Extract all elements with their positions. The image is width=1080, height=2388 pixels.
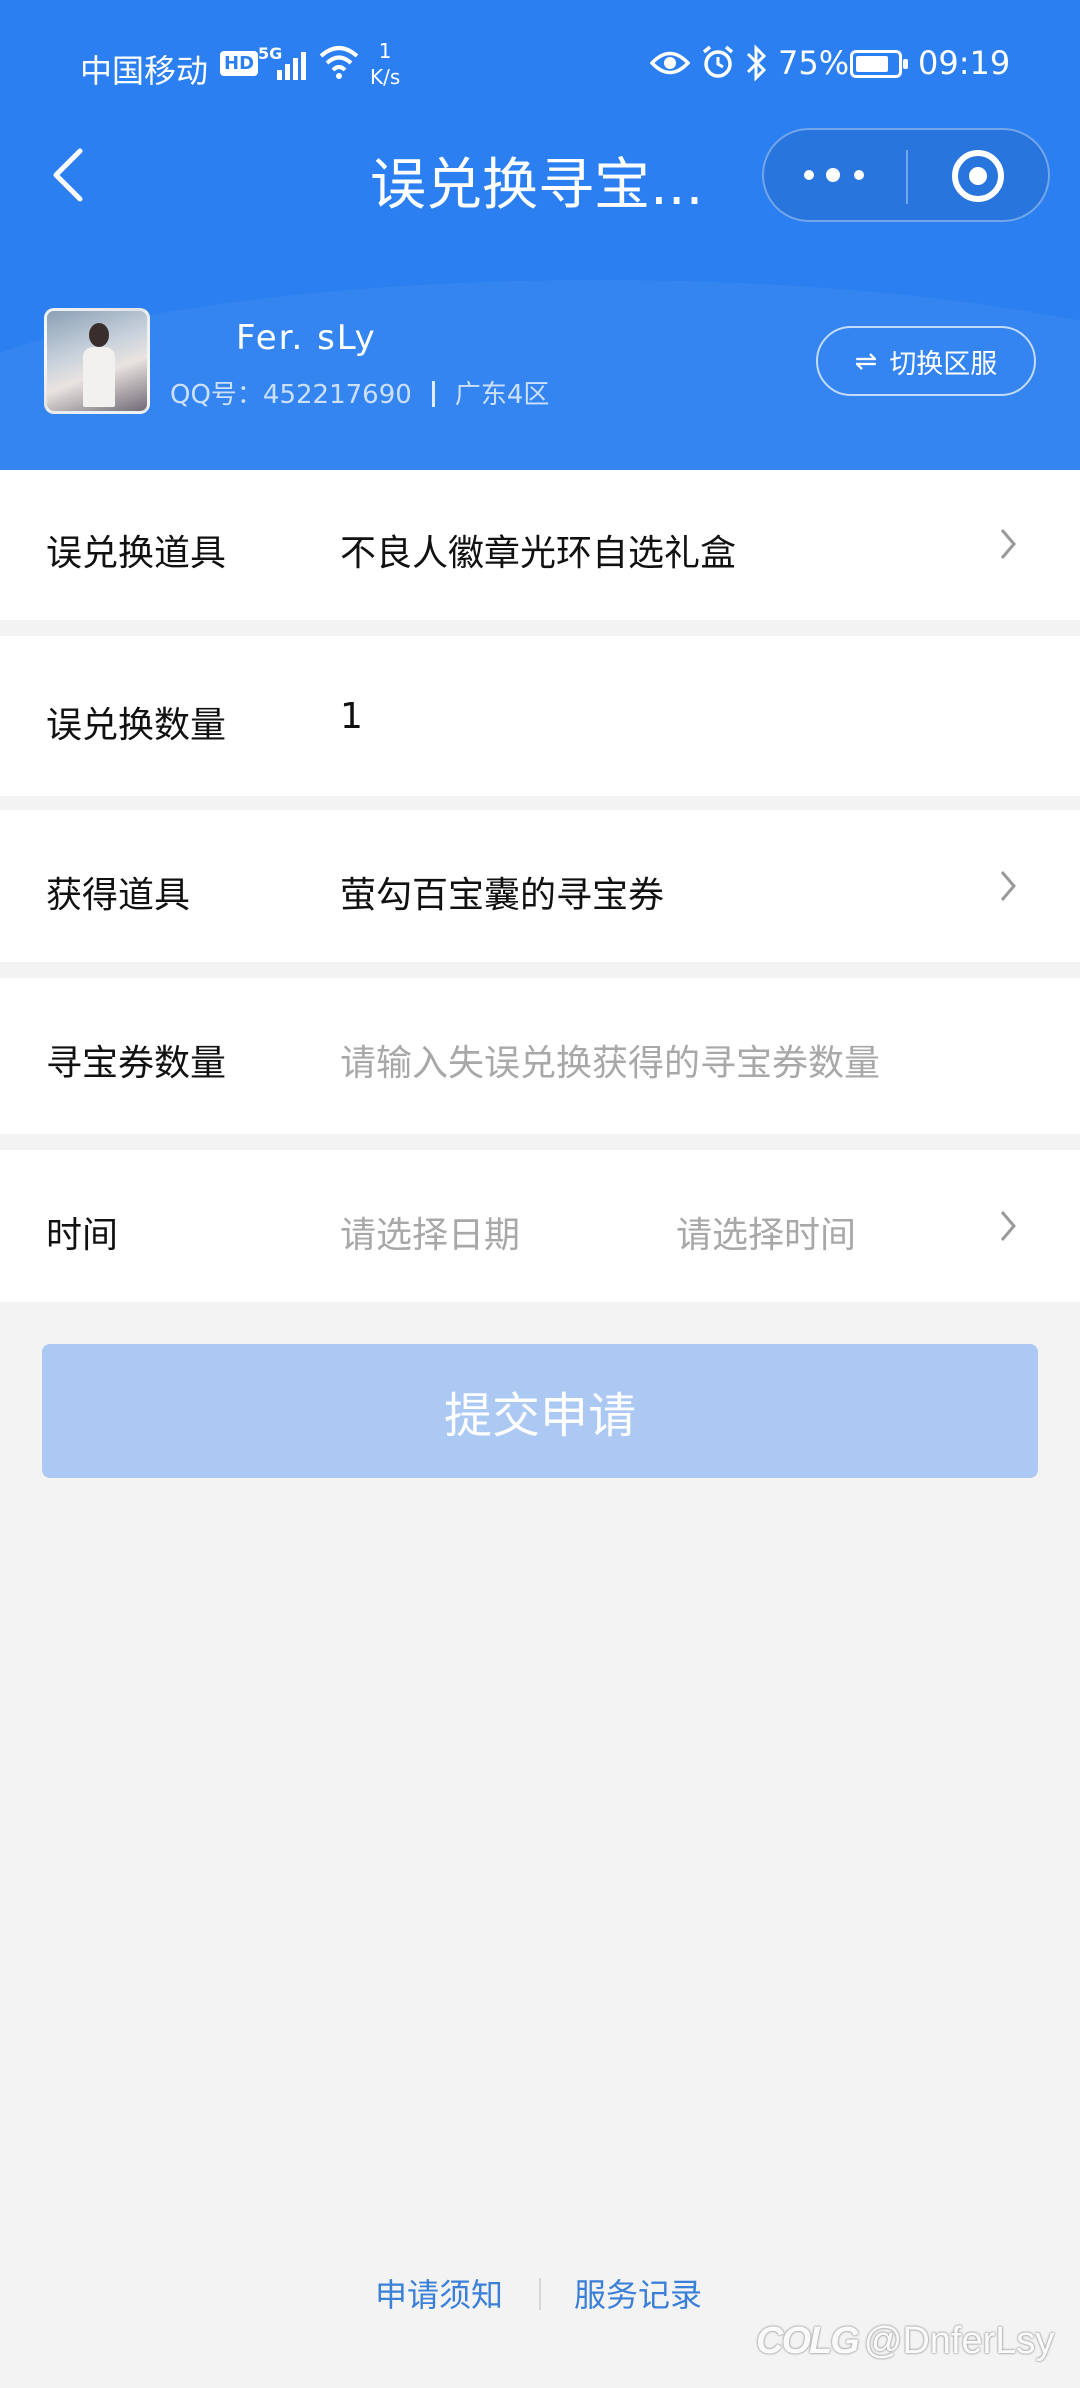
eye-icon bbox=[650, 51, 690, 75]
date-picker[interactable]: 请选择日期 bbox=[340, 1206, 520, 1258]
time-label: 时间 bbox=[46, 1215, 119, 1256]
carrier-name: 中国移动 bbox=[80, 52, 209, 90]
signal-icon bbox=[275, 46, 309, 80]
more-dot-icon bbox=[854, 170, 864, 180]
back-arrow-icon[interactable] bbox=[48, 145, 88, 205]
user-meta: QQ号：452217690 广东4区 bbox=[170, 374, 549, 411]
item-label: 误兑换道具 bbox=[46, 533, 227, 574]
page-title: 误兑换寻宝... bbox=[370, 153, 704, 218]
user-name: Fer. sLy bbox=[236, 318, 377, 358]
status-bar: 中国移动 HD 5G 1 K/s 75% 09:19 bbox=[0, 0, 1080, 130]
miniprogram-capsule bbox=[762, 128, 1050, 222]
close-miniprogram-button[interactable] bbox=[908, 130, 1050, 220]
qq-number: QQ号：452217690 bbox=[170, 380, 412, 410]
obtained-label: 获得道具 bbox=[46, 875, 191, 916]
switch-server-label: 切换区服 bbox=[889, 348, 998, 380]
chevron-right-icon bbox=[1000, 529, 1016, 559]
application-notice-link[interactable]: 申请须知 bbox=[375, 2270, 503, 2316]
service-records-link[interactable]: 服务记录 bbox=[574, 2270, 702, 2316]
obtained-value: 萤勾百宝囊的寻宝券 bbox=[340, 875, 665, 916]
network-speed: 1 K/s bbox=[370, 38, 400, 90]
quantity-input[interactable]: 1 bbox=[340, 696, 363, 737]
alarm-icon bbox=[702, 45, 734, 78]
bluetooth-icon bbox=[746, 44, 767, 82]
form-row-ticket-qty: 寻宝券数量 请输入失误兑换获得的寻宝券数量 bbox=[0, 978, 1080, 1134]
footer-links: 申请须知 服务记录 bbox=[0, 2270, 1080, 2320]
more-dot-icon bbox=[826, 168, 840, 182]
form-row-time: 时间 请选择日期 请选择时间 bbox=[0, 1150, 1080, 1302]
meta-divider bbox=[431, 381, 435, 407]
battery-icon bbox=[850, 50, 908, 78]
watermark-handle: @DnferLsy bbox=[863, 2320, 1055, 2362]
form-row-item[interactable]: 误兑换道具 不良人徽章光环自选礼盒 bbox=[0, 470, 1080, 620]
hd-badge: HD bbox=[220, 51, 259, 76]
wifi-icon bbox=[319, 46, 359, 79]
header: 中国移动 HD 5G 1 K/s 75% 09:19 误兑换寻宝... Fer.… bbox=[0, 0, 1080, 470]
time-picker[interactable]: 请选择时间 bbox=[676, 1206, 856, 1258]
watermark: COLG @DnferLsy bbox=[756, 2320, 1054, 2363]
submit-button[interactable]: 提交申请 bbox=[42, 1344, 1038, 1478]
more-options-button[interactable] bbox=[764, 130, 906, 220]
ticket-qty-input[interactable]: 请输入失误兑换获得的寻宝券数量 bbox=[340, 1034, 880, 1086]
server-region: 广东4区 bbox=[454, 380, 550, 410]
speed-unit: K/s bbox=[370, 65, 401, 89]
ticket-qty-label: 寻宝券数量 bbox=[46, 1043, 227, 1084]
swap-icon: ⇌ bbox=[854, 345, 878, 377]
battery-percent: 75% bbox=[778, 44, 850, 82]
form-row-obtained[interactable]: 获得道具 萤勾百宝囊的寻宝券 bbox=[0, 810, 1080, 962]
colg-logo: COLG bbox=[756, 2320, 860, 2362]
quantity-label: 误兑换数量 bbox=[46, 705, 227, 746]
chevron-right-icon[interactable] bbox=[998, 1208, 1018, 1244]
footer-divider bbox=[539, 2278, 541, 2310]
avatar bbox=[44, 308, 150, 414]
speed-value: 1 bbox=[378, 39, 392, 63]
switch-server-button[interactable]: ⇌ 切换区服 bbox=[816, 326, 1036, 396]
form-row-quantity: 误兑换数量 1 bbox=[0, 636, 1080, 796]
clock: 09:19 bbox=[918, 44, 1011, 82]
more-dot-icon bbox=[804, 170, 814, 180]
chevron-right-icon bbox=[1000, 871, 1016, 901]
item-value: 不良人徽章光环自选礼盒 bbox=[340, 533, 737, 574]
